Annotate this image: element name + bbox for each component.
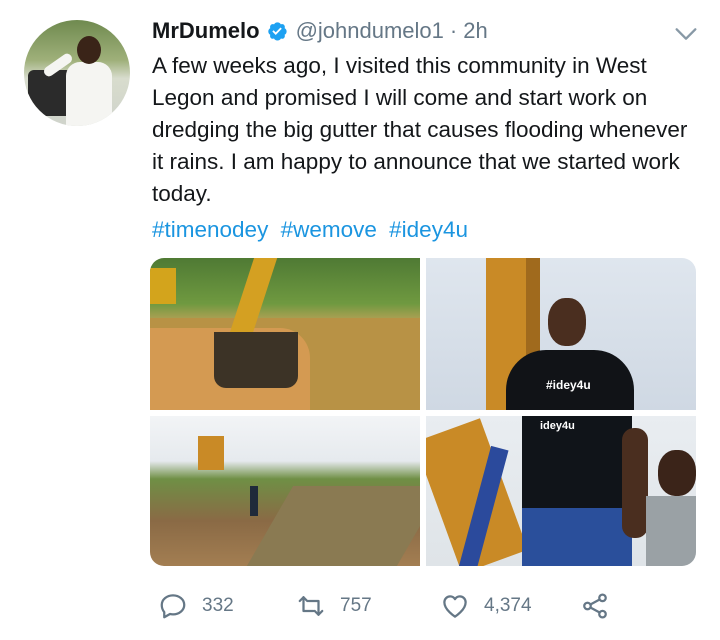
photo-man-arm xyxy=(622,428,648,538)
avatar[interactable] xyxy=(24,20,130,126)
photo-river-wide[interactable] xyxy=(150,416,420,566)
photo-man-jeans xyxy=(522,508,632,566)
shirt-print: idey4u xyxy=(540,420,575,432)
reply-count: 332 xyxy=(202,595,234,616)
chevron-down-icon[interactable] xyxy=(672,20,700,48)
retweet-count: 757 xyxy=(340,595,372,616)
hashtag-timenodey[interactable]: #timenodey xyxy=(152,217,268,242)
retweet-icon xyxy=(298,596,324,616)
heart-icon xyxy=(443,595,467,618)
avatar-body xyxy=(66,62,112,126)
photo-man-shirt: idey4u xyxy=(522,416,632,508)
photo-man-shirt: #idey4u xyxy=(506,350,634,410)
share-button[interactable] xyxy=(580,588,610,624)
photo-excavator xyxy=(198,436,224,470)
photo-man-portrait[interactable]: #idey4u xyxy=(426,258,696,410)
hashtag-list: #timenodey #wemove #idey4u xyxy=(152,214,474,246)
verified-badge-icon xyxy=(266,20,288,42)
retweet-button[interactable]: 757 xyxy=(296,588,372,624)
reply-button[interactable]: 332 xyxy=(158,588,234,624)
photo-excavator-gutter[interactable] xyxy=(150,258,420,410)
separator-dot: · xyxy=(449,18,458,43)
hashtag-wemove[interactable]: #wemove xyxy=(281,217,377,242)
media-grid: #idey4u idey4u xyxy=(150,258,696,566)
like-button[interactable]: 4,374 xyxy=(440,588,532,624)
tweet-text: A few weeks ago, I visited this communit… xyxy=(152,53,688,206)
handle[interactable]: @johndumelo1 xyxy=(296,18,444,44)
like-count: 4,374 xyxy=(484,595,532,616)
reply-icon xyxy=(160,594,186,619)
photo-person xyxy=(250,486,258,516)
photo-excavator-cab xyxy=(150,268,176,304)
photo-man-head xyxy=(548,298,586,346)
shirt-print: #idey4u xyxy=(546,378,591,392)
avatar-head xyxy=(77,36,101,64)
display-name[interactable]: MrDumelo xyxy=(152,18,260,44)
photo-river xyxy=(246,486,420,566)
photo-excavator-bucket xyxy=(214,332,298,388)
photo-second-man-head xyxy=(658,450,696,496)
tweet-header: MrDumelo @johndumelo1 · 2h xyxy=(152,16,488,46)
hashtag-idey4u[interactable]: #idey4u xyxy=(389,217,468,242)
photo-second-man-body xyxy=(646,496,696,566)
share-icon xyxy=(583,593,607,619)
timestamp[interactable]: 2h xyxy=(463,18,487,44)
photo-man-excavator[interactable]: idey4u xyxy=(426,416,696,566)
